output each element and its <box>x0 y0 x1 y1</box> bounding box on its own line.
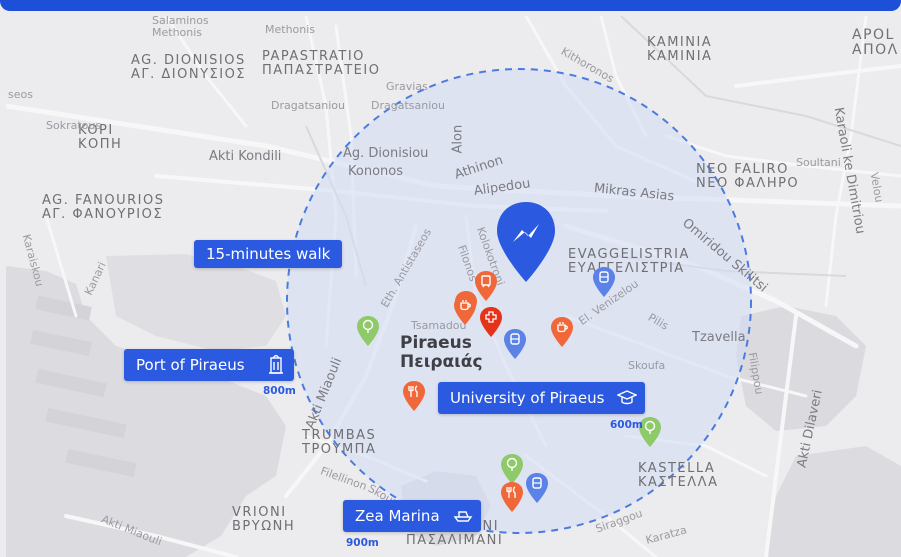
street-ag-dionisiou: Ag. Dionisiou <box>343 146 429 161</box>
poi-pin-restaurant-1[interactable] <box>402 380 426 417</box>
university-distance: 600m <box>610 419 643 431</box>
map-widget: KAMINIA ΚΑΜΙΝΙΑ APOL ΑΠΟΛ AG. DIONISIOS ΑΓ.… <box>0 0 901 557</box>
street-seos: seos <box>8 88 33 101</box>
street-sokratous: Sokratous <box>46 119 102 132</box>
poi-pin-cafe-2[interactable] <box>550 316 574 353</box>
district-label-kaminia: KAMINIA ΚΑΜΙΝΙΑ <box>647 35 713 64</box>
street-tzavella: Tzavella <box>692 330 746 345</box>
poi-pin-medical-1[interactable] <box>479 306 503 343</box>
district-label-trumbas: TRUMBAS ΤΡΟΥΜΠΑ <box>302 428 377 457</box>
boat-icon <box>444 500 481 532</box>
street-alon: Alon <box>450 124 466 154</box>
zea-callout[interactable]: Zea Marina <box>343 500 481 532</box>
port-callout[interactable]: Port of Piraeus <box>124 349 294 381</box>
street-methonis-2: Methonis <box>265 23 316 36</box>
zea-distance: 900m <box>346 537 379 549</box>
walk-callout[interactable]: 15-minutes walk <box>194 240 343 268</box>
poi-pin-cafe-1[interactable] <box>453 294 477 331</box>
district-label-papastratio: PAPASTRATIO ΠΑΠΑΣΤΡΑΤΕΙΟ <box>262 49 381 78</box>
district-label-kastella: KASTELLA ΚΑΣΤΕΛΛΑ <box>638 461 719 490</box>
district-label-evaggelistria: EVAGGELISTRIA ΕΥΑΓΓΕΛΙΣΤΡΙΑ <box>568 247 690 276</box>
street-skoufa: Skoufa <box>628 359 666 372</box>
port-distance: 800m <box>263 385 296 397</box>
header-bar <box>0 0 901 11</box>
walk-callout-label: 15-minutes walk <box>206 245 331 263</box>
graduation-cap-icon <box>608 382 645 414</box>
street-dragatsaniou-1: Dragatsaniou <box>271 99 345 112</box>
poi-pin-bus-3[interactable] <box>525 472 549 509</box>
city-label-gr: Πειραιάς <box>400 351 483 372</box>
university-callout-label: University of Piraeus <box>450 389 605 407</box>
district-label-neo-faliro: NEO FALIRO ΝΕΟ ΦΑΛΗΡΟ <box>696 162 800 191</box>
street-soultani: Soultani <box>796 156 841 169</box>
main-location-pin[interactable] <box>495 200 557 284</box>
street-methonis-1: Methonis <box>152 26 203 39</box>
street-akti-kondili: Akti Kondili <box>209 149 282 164</box>
street-kononos: Kononos <box>348 164 403 179</box>
district-label-apol: APOL ΑΠΟΛ <box>852 27 899 58</box>
university-callout[interactable]: University of Piraeus <box>438 382 646 414</box>
poi-pin-restaurant-2[interactable] <box>500 481 524 518</box>
poi-pin-park-1[interactable] <box>356 315 380 352</box>
zea-callout-label: Zea Marina <box>355 507 440 525</box>
poi-pin-bus-1[interactable] <box>592 266 616 303</box>
street-dragatsaniou-2: Dragatsaniou <box>371 99 445 112</box>
lighthouse-icon <box>257 349 294 381</box>
district-label-ag-dionisios: AG. DIONISIOS ΑΓ. ΔΙΟΝΥΣΙΟΣ <box>131 53 247 82</box>
district-label-vrioni: VRIONI ΒΡΥΩΝΗ <box>232 505 296 534</box>
city-label-en: Piraeus <box>400 333 472 353</box>
city-label: Piraeus Πειραιάς <box>400 334 483 371</box>
street-gravias: Gravias <box>386 80 428 93</box>
port-callout-label: Port of Piraeus <box>136 356 245 374</box>
poi-pin-bus-2[interactable] <box>503 328 527 365</box>
map-canvas[interactable]: KAMINIA ΚΑΜΙΝΙΑ APOL ΑΠΟΛ AG. DIONISIOS ΑΓ.… <box>6 14 901 557</box>
district-label-ag-fanourios: AG. FANOURIOS ΑΓ. ΦΑΝΟΥΡΙΟΣ <box>42 193 165 222</box>
